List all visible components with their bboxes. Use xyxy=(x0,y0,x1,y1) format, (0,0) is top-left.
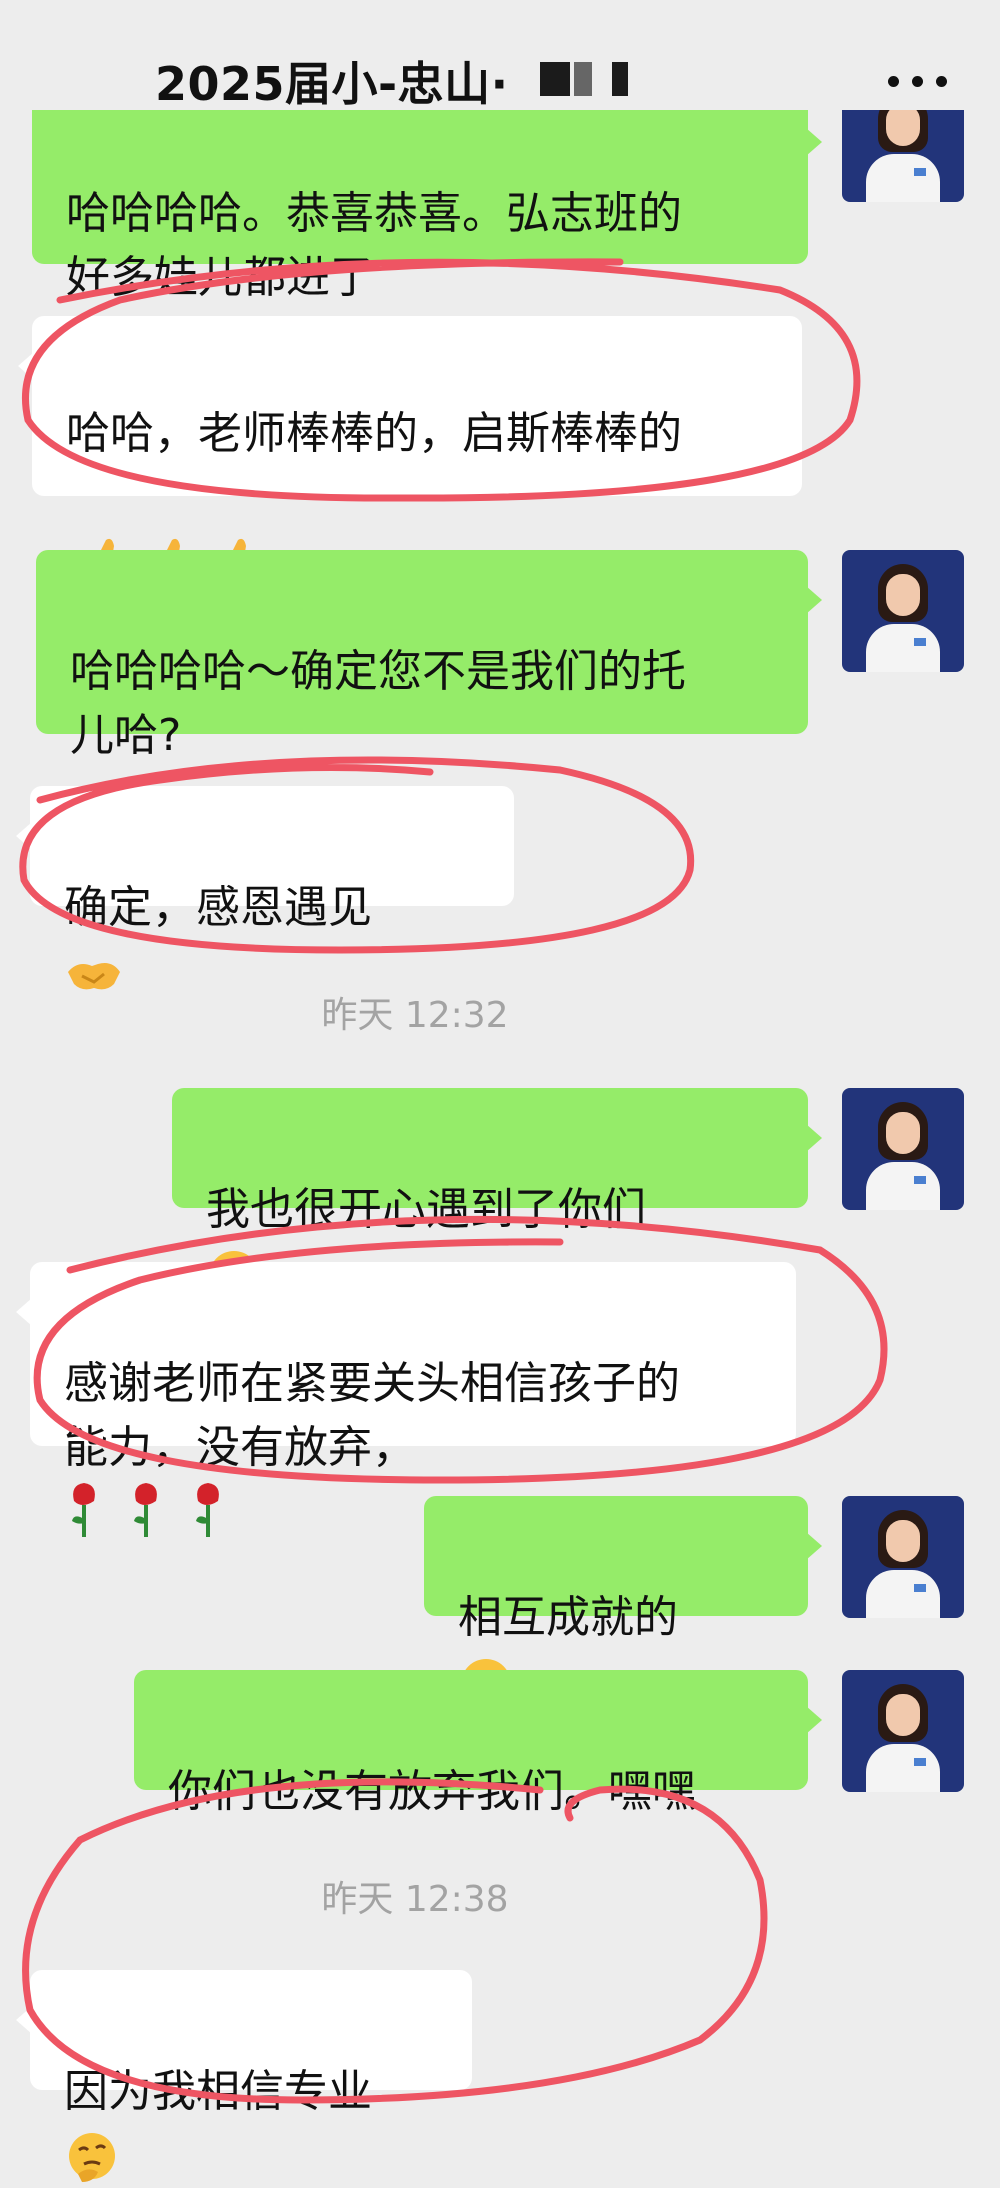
avatar[interactable] xyxy=(842,1496,964,1618)
timestamp: 昨天 12:38 xyxy=(321,1879,509,1920)
message-text: 确定，感恩遇见 xyxy=(64,882,372,933)
message-text: 哈哈哈哈。恭喜恭喜。弘志班的 好多娃儿都进了 xyxy=(66,188,682,303)
thinking-emoji-icon xyxy=(69,2133,115,2182)
redacted-mosaic xyxy=(574,62,592,96)
message-text: 你们也没有放弃我们。嘿嘿 xyxy=(168,1766,696,1817)
avatar[interactable] xyxy=(842,1670,964,1792)
message-text: 相互成就的 xyxy=(458,1592,678,1643)
thumbs-up-emoji-row xyxy=(66,468,772,590)
message-bubble-sent[interactable]: 你们也没有放弃我们。嘿嘿 xyxy=(134,1670,822,1817)
more-options-icon[interactable] xyxy=(888,76,948,88)
message-bubble-sent[interactable]: 哈哈哈哈～确定您不是我们的托 儿哈? xyxy=(36,550,822,761)
chat-title[interactable]: 2025届小-忠山· xyxy=(155,48,509,114)
message-bubble-received[interactable]: 确定，感恩遇见 xyxy=(16,786,514,990)
message-bubble-sent[interactable]: 哈哈哈哈。恭喜恭喜。弘志班的 好多娃儿都进了 xyxy=(32,92,822,303)
message-bubble-sent[interactable]: 相互成就的 xyxy=(424,1496,822,1709)
message-text: 感谢老师在紧要关头相信孩子的 能力，没有放弃， xyxy=(64,1358,680,1473)
message-text: 我也很开心遇到了你们 xyxy=(206,1184,646,1235)
timestamp: 昨天 12:32 xyxy=(321,995,509,1036)
message-bubble-sent[interactable]: 我也很开心遇到了你们 xyxy=(172,1088,822,1301)
message-bubble-received[interactable]: 因为我相信专业 xyxy=(16,1970,472,2182)
avatar[interactable] xyxy=(842,1088,964,1210)
rose-icon xyxy=(72,1483,219,1537)
redacted-mosaic xyxy=(540,62,570,96)
message-bubble-received[interactable]: 感谢老师在紧要关头相信孩子的 能力，没有放弃， xyxy=(16,1262,796,1537)
message-text: 哈哈哈哈～确定您不是我们的托 儿哈? xyxy=(70,646,686,761)
message-text: 哈哈，老师棒棒的，启斯棒棒的 xyxy=(66,408,682,459)
message-bubble-received[interactable]: 哈哈，老师棒棒的，启斯棒棒的 xyxy=(18,316,802,590)
redacted-mosaic xyxy=(612,62,628,96)
chat-header: 2025届小-忠山· xyxy=(0,0,1000,111)
avatar[interactable] xyxy=(842,550,964,672)
message-text: 因为我相信专业 xyxy=(64,2066,372,2117)
